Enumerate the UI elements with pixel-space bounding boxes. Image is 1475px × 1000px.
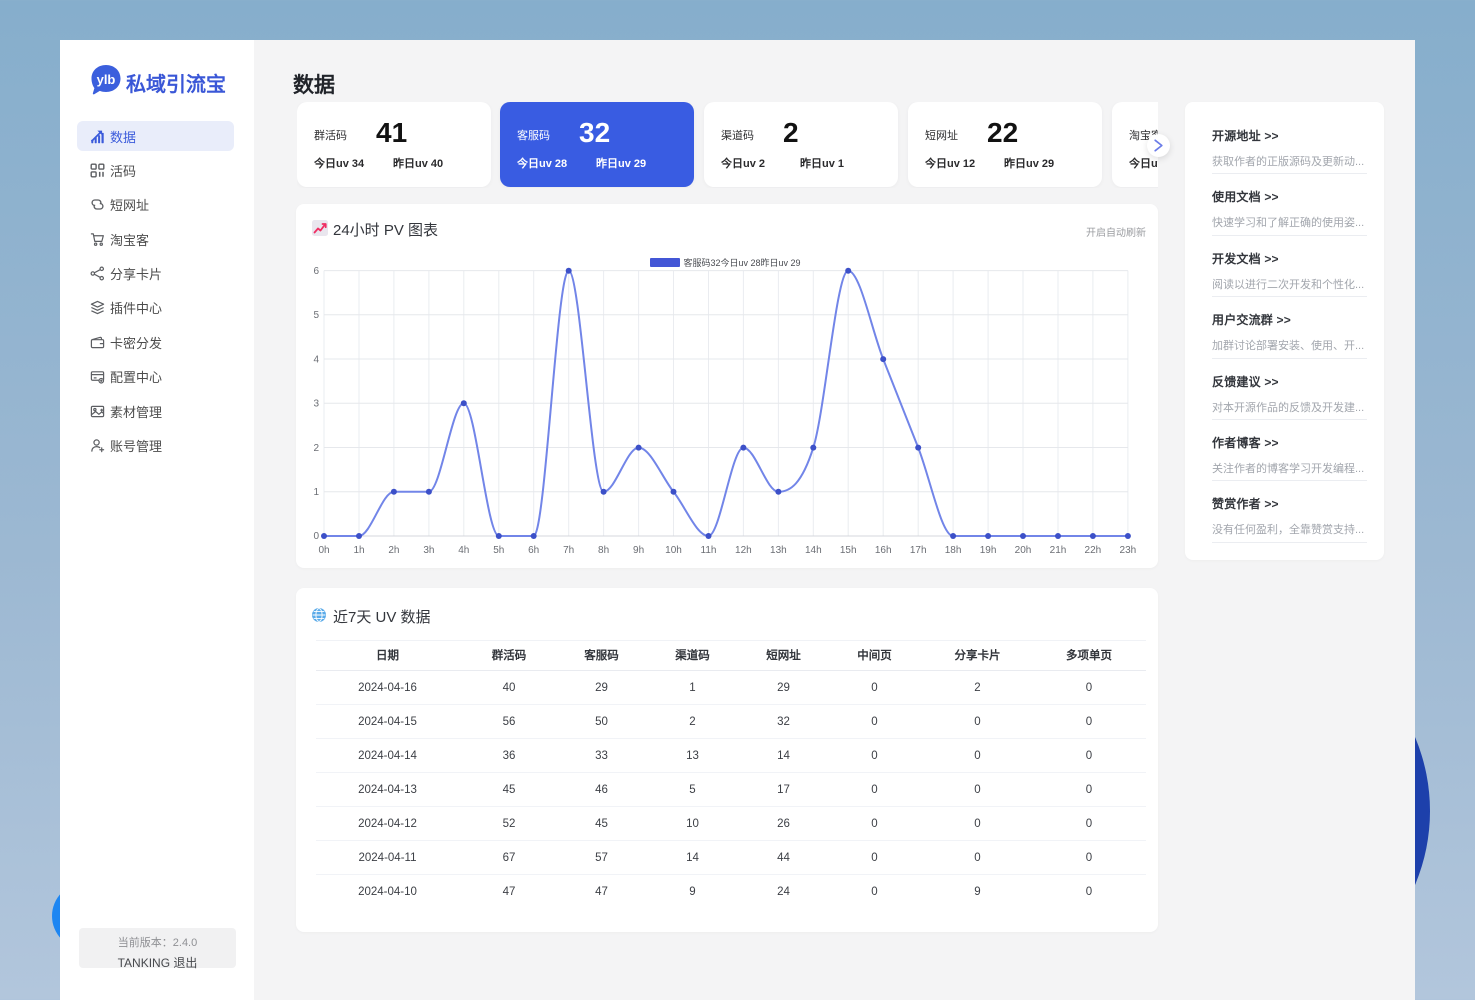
svg-text:14h: 14h bbox=[805, 545, 822, 556]
svg-text:3h: 3h bbox=[423, 545, 434, 556]
svg-text:6h: 6h bbox=[528, 545, 539, 556]
svg-text:15h: 15h bbox=[840, 545, 857, 556]
svg-text:2h: 2h bbox=[388, 545, 399, 556]
svg-text:7h: 7h bbox=[563, 545, 574, 556]
svg-text:2: 2 bbox=[313, 443, 319, 454]
svg-text:17h: 17h bbox=[910, 545, 927, 556]
svg-text:4: 4 bbox=[313, 354, 319, 365]
svg-text:11h: 11h bbox=[701, 545, 717, 556]
svg-text:20h: 20h bbox=[1015, 545, 1032, 556]
svg-text:21h: 21h bbox=[1050, 545, 1067, 556]
svg-text:23h: 23h bbox=[1120, 545, 1137, 556]
svg-text:4h: 4h bbox=[458, 545, 469, 556]
svg-text:1: 1 bbox=[313, 487, 319, 498]
svg-text:6: 6 bbox=[313, 266, 319, 277]
svg-text:ylb: ylb bbox=[97, 72, 116, 87]
svg-text:3: 3 bbox=[313, 399, 319, 410]
svg-text:10h: 10h bbox=[665, 545, 682, 556]
svg-text:5h: 5h bbox=[493, 545, 504, 556]
svg-text:13h: 13h bbox=[770, 545, 787, 556]
svg-text:18h: 18h bbox=[945, 545, 962, 556]
svg-text:22h: 22h bbox=[1085, 545, 1102, 556]
svg-text:0: 0 bbox=[313, 531, 319, 542]
svg-text:5: 5 bbox=[313, 310, 319, 321]
svg-text:9h: 9h bbox=[633, 545, 644, 556]
svg-text:16h: 16h bbox=[875, 545, 892, 556]
svg-text:19h: 19h bbox=[980, 545, 997, 556]
svg-text:8h: 8h bbox=[598, 545, 609, 556]
svg-text:1h: 1h bbox=[353, 545, 364, 556]
svg-text:12h: 12h bbox=[735, 545, 752, 556]
svg-text:0h: 0h bbox=[318, 545, 329, 556]
